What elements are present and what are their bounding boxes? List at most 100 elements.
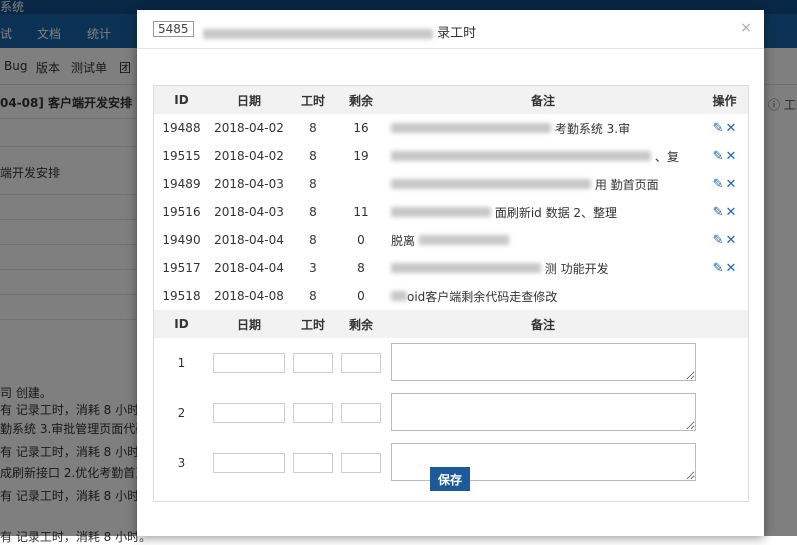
save-button[interactable]: 保存 [430,467,470,491]
cell-remark: 用 勤首页面 [385,170,701,198]
task-id-badge: 5485 [153,21,194,37]
cell-remaining: 8 [357,261,365,275]
entry-row-id: 2 [177,406,186,420]
cell-remark: 考勤系统 3.审 [385,114,701,142]
cell-id: 19489 [162,177,201,191]
hours-input[interactable] [293,353,333,373]
redacted-text [391,262,541,273]
cell-remark-text: 面刷新id 数据 2、整理 [494,205,618,220]
pencil-icon[interactable]: ✎ [713,121,724,136]
entry-row: 1 [154,338,748,388]
remark-textarea[interactable] [391,342,696,381]
cell-remark: oid客户端剩余代码走查修改 [385,282,701,310]
table-header-row: ID 日期 工时 剩余 备注 操作 [154,86,748,114]
entry-col-header-date: 日期 [209,310,289,338]
redacted-text [391,150,651,161]
cell-remark: 面刷新id 数据 2、整理 [385,198,701,226]
redacted-text [418,234,509,245]
cell-hours: 3 [309,261,317,275]
col-header-hours: 工时 [289,86,337,114]
cell-date: 2018-04-02 [214,149,284,163]
col-header-remark: 备注 [385,86,701,114]
remaining-input[interactable] [341,453,381,473]
date-input[interactable] [213,403,285,423]
table-row: 19516 2018-04-03 8 11 面刷新id 数据 2、整理 ✎ ✕ [154,198,748,226]
cell-hours: 8 [309,289,317,303]
table-row: 19517 2018-04-04 3 8 测 功能开发 ✎ ✕ [154,254,748,282]
entry-row: 2 [154,388,748,438]
cell-ops: ✎ ✕ [701,254,748,282]
cell-hours: 8 [309,121,317,135]
hours-entry-table: ID 日期 工时 剩余 备注 1 2 3 [154,310,748,488]
cell-id: 19515 [162,149,201,163]
table-row: 19489 2018-04-03 8 用 勤首页面 ✎ ✕ [154,170,748,198]
cell-remaining: 0 [357,233,365,247]
cell-remark-text: 测 功能开发 [544,261,609,276]
redacted-text [391,206,491,217]
date-input[interactable] [213,353,285,373]
cell-id: 19518 [162,289,201,303]
col-header-id: ID [154,86,209,114]
entry-col-header-hours: 工时 [289,310,337,338]
redacted-title [203,28,433,39]
hours-panel: ID 日期 工时 剩余 备注 操作 19488 2018-04-02 8 16 … [153,85,749,502]
entry-row-id: 1 [177,356,186,370]
redacted-text [391,290,407,301]
cell-remaining: 19 [353,149,369,163]
cell-remaining: 11 [353,205,369,219]
pencil-icon[interactable]: ✎ [713,177,724,192]
close-icon[interactable]: × [740,20,752,36]
cell-remaining [337,170,385,198]
cell-id: 19490 [162,233,201,247]
cell-ops: ✎ ✕ [701,170,748,198]
hours-log-table: ID 日期 工时 剩余 备注 操作 19488 2018-04-02 8 16 … [154,86,748,310]
pencil-icon[interactable]: ✎ [713,149,724,164]
delete-icon[interactable]: ✕ [726,261,737,276]
pencil-icon[interactable]: ✎ [713,205,724,220]
date-input[interactable] [213,453,285,473]
col-header-ops: 操作 [701,86,748,114]
table-row: 19515 2018-04-02 8 19 、复 ✎ ✕ [154,142,748,170]
cell-hours: 8 [309,205,317,219]
remaining-input[interactable] [341,353,381,373]
entry-col-header-remark: 备注 [385,310,701,338]
cell-remark-text: 、复 [654,149,679,164]
cell-remark-text: 用 勤首页面 [594,177,659,192]
delete-icon[interactable]: ✕ [726,177,737,192]
modal-header: 5485 录工时 × [137,10,764,49]
delete-icon[interactable]: ✕ [726,205,737,220]
cell-date: 2018-04-03 [214,177,284,191]
cell-hours: 8 [309,149,317,163]
cell-date: 2018-04-04 [214,233,284,247]
cell-remark-text: 考勤系统 3.审 [554,121,631,136]
col-header-date: 日期 [209,86,289,114]
cell-ops: ✎ ✕ [701,198,748,226]
cell-date: 2018-04-04 [214,261,284,275]
cell-remaining: 0 [357,289,365,303]
cell-remark-text: oid客户端剩余代码走查修改 [407,289,558,304]
pencil-icon[interactable]: ✎ [713,261,724,276]
delete-icon[interactable]: ✕ [726,233,737,248]
cell-date: 2018-04-03 [214,205,284,219]
hours-input[interactable] [293,403,333,423]
delete-icon[interactable]: ✕ [726,121,737,136]
entry-header-row: ID 日期 工时 剩余 备注 [154,310,748,338]
delete-icon[interactable]: ✕ [726,149,737,164]
col-header-remaining: 剩余 [337,86,385,114]
table-row: 19490 2018-04-04 8 0 脱离 ✎ ✕ [154,226,748,254]
pencil-icon[interactable]: ✎ [713,233,724,248]
redacted-text [391,122,551,133]
cell-hours: 8 [309,177,317,191]
remark-textarea[interactable] [391,392,696,431]
cell-remark-text: 脱离 [391,233,416,248]
cell-id: 19516 [162,205,201,219]
cell-ops: ✎ ✕ [701,226,748,254]
record-hours-modal: 5485 录工时 × ID 日期 工时 剩余 备注 操作 19488 2018-… [137,10,764,536]
hours-input[interactable] [293,453,333,473]
cell-date: 2018-04-08 [214,289,284,303]
remaining-input[interactable] [341,403,381,423]
modal-title: 录工时 [203,22,476,41]
cell-remark: 脱离 [385,226,701,254]
table-row: 19488 2018-04-02 8 16 考勤系统 3.审 ✎ ✕ [154,114,748,142]
entry-col-header-id: ID [154,310,209,338]
